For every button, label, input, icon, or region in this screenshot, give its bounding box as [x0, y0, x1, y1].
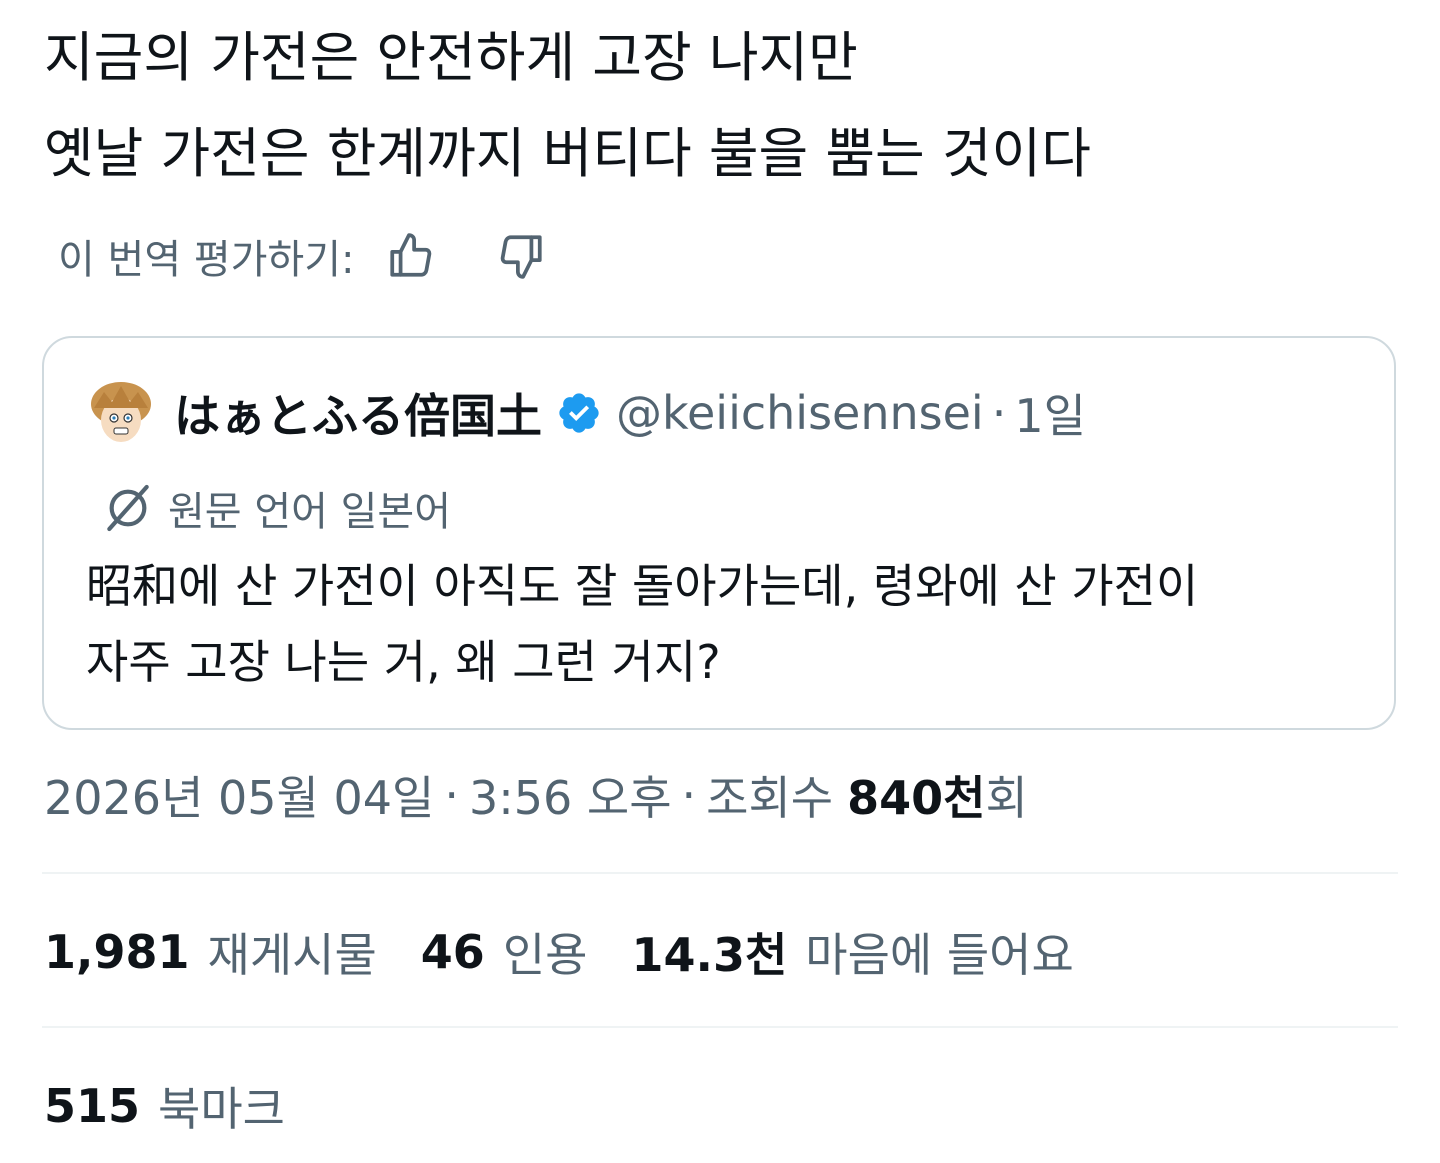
likes-count: 14.3천 [631, 928, 788, 982]
quotes-count: 46 [420, 925, 485, 979]
quoted-text-line-1: 昭和에 산 가전이 아직도 잘 돌아가는데, 령와에 산 가전이 [86, 559, 1199, 613]
reposts-label: 재게시물 [207, 928, 377, 982]
quotes-stat[interactable]: 46 인용 [421, 919, 588, 985]
views-label: 조회수 [706, 771, 834, 825]
avatar[interactable] [86, 378, 156, 448]
likes-label: 마음에 들어요 [805, 928, 1074, 982]
quoted-text-line-2: 자주 고장 나는 거, 왜 그런 거지? [86, 635, 721, 689]
engagement-stats: 1,981 재게시물 46 인용 14.3천 마음에 들어요 [44, 920, 1118, 984]
bookmarks-stat-row: 515 북마크 [44, 1074, 329, 1138]
bookmarks-stat[interactable]: 515 북마크 [44, 1073, 285, 1139]
post-time[interactable]: 3:56 오후 [469, 762, 672, 828]
reposts-stat[interactable]: 1,981 재게시물 [44, 919, 377, 985]
tweet-text: 지금의 가전은 안전하게 고장 나지만 옛날 가전은 한계까지 버티다 불을 뿜… [44, 10, 1091, 202]
quoted-tweet-text: 昭和에 산 가전이 아직도 잘 돌아가는데, 령와에 산 가전이 자주 고장 나… [86, 548, 1198, 700]
likes-stat[interactable]: 14.3천 마음에 들어요 [631, 919, 1073, 985]
quotes-label: 인용 [502, 928, 588, 982]
thumbs-up-icon[interactable] [381, 226, 441, 286]
translation-rating: 이 번역 평가하기: [58, 226, 551, 286]
divider [42, 1026, 1398, 1028]
tweet-text-line-1: 지금의 가전은 안전하게 고장 나지만 [44, 26, 858, 89]
quoted-tweet-card[interactable]: はぁとふる倍国土 @keiichisennsei · 1일 원문 언어 일본어 … [42, 336, 1396, 730]
tweet-text-line-2: 옛날 가전은 한계까지 버티다 불을 뿜는 것이다 [44, 122, 1091, 185]
thumbs-down-icon[interactable] [491, 226, 551, 286]
tweet-meta: 2026년 05월 04일 · 3:56 오후 · 조회수 840천 회 [44, 762, 1028, 828]
time-ago[interactable]: 1일 [1014, 380, 1086, 446]
reposts-count: 1,981 [44, 925, 190, 979]
translate-icon [100, 480, 156, 536]
bookmarks-count: 515 [44, 1079, 141, 1133]
bookmarks-label: 북마크 [158, 1082, 285, 1136]
post-date[interactable]: 2026년 05월 04일 [44, 762, 434, 828]
divider [42, 872, 1398, 874]
quoted-tweet-header: はぁとふる倍国土 @keiichisennsei · 1일 [86, 378, 1086, 448]
meta-separator: · [681, 768, 697, 822]
original-language-note: 원문 언어 일본어 [100, 478, 451, 538]
verified-badge-icon [556, 390, 602, 436]
views-suffix: 회 [985, 771, 1028, 825]
user-handle[interactable]: @keiichisennsei [616, 386, 984, 440]
separator-dot: · [991, 386, 1007, 440]
meta-separator: · [444, 768, 459, 822]
rating-label: 이 번역 평가하기: [58, 237, 355, 283]
display-name[interactable]: はぁとふる倍国土 [174, 380, 542, 446]
views-count: 840천 [847, 771, 986, 825]
original-language-label: 원문 언어 일본어 [168, 489, 452, 535]
